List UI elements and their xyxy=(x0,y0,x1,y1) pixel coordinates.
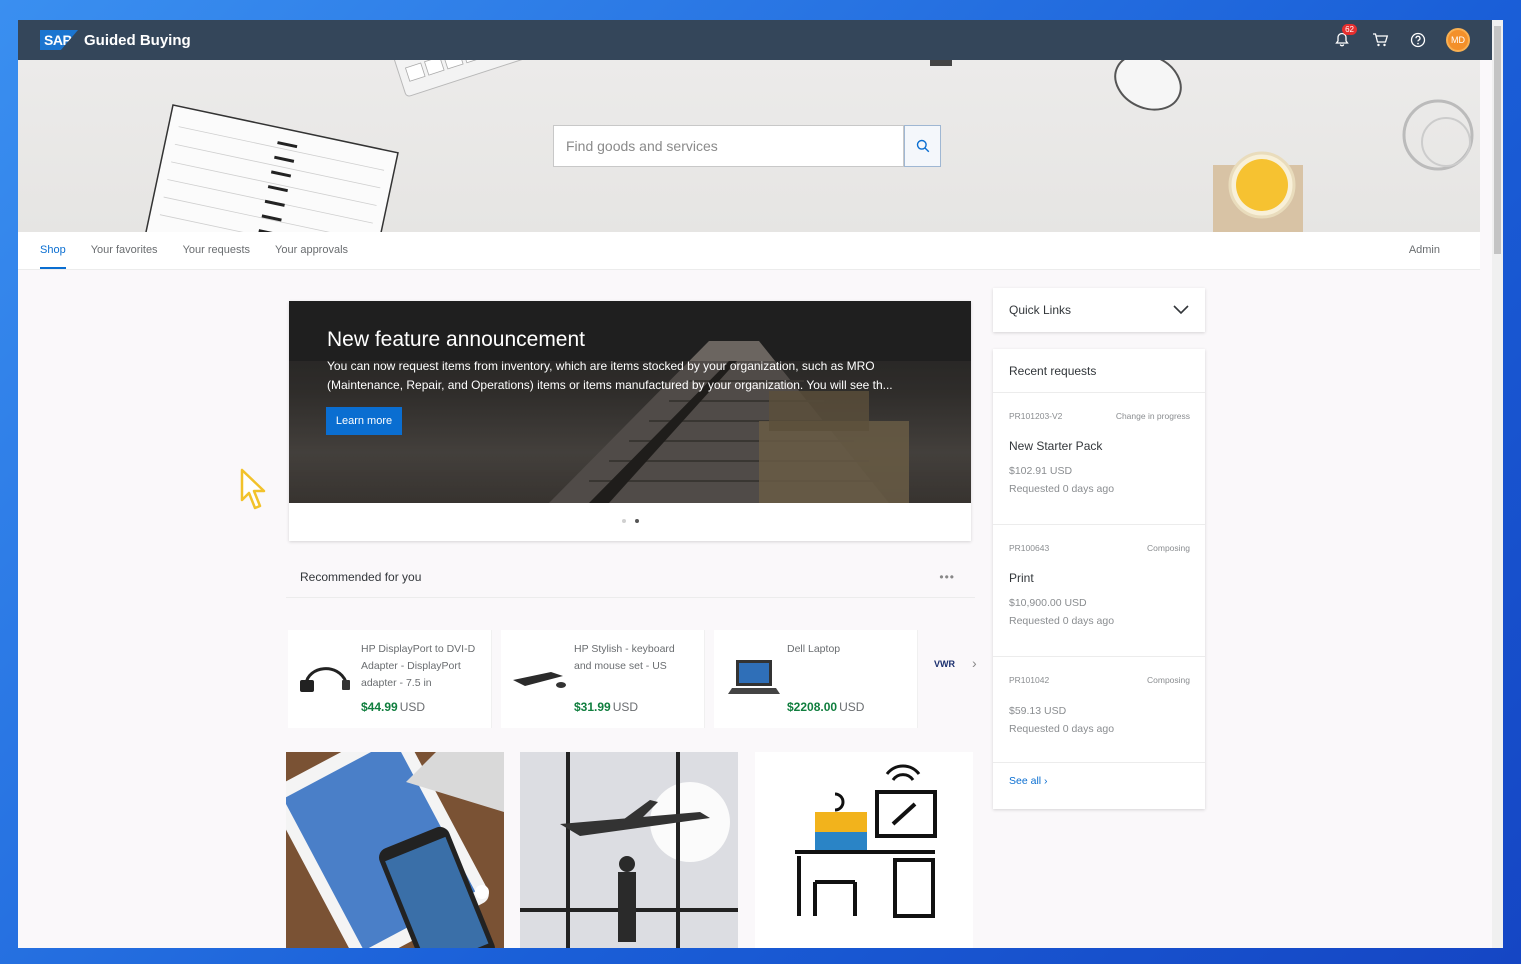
request-status: Composing xyxy=(1147,543,1190,553)
help-icon xyxy=(1410,32,1426,48)
request-id: PR101042 xyxy=(1009,675,1050,685)
chevron-right-icon: › xyxy=(1044,775,1048,787)
more-options-button[interactable]: ••• xyxy=(939,570,955,584)
request-amount: $102.91 USD xyxy=(1009,465,1073,477)
see-all-link[interactable]: See all › xyxy=(1009,775,1048,787)
notification-badge: 62 xyxy=(1342,24,1357,35)
admin-link[interactable]: Admin xyxy=(1409,232,1440,268)
scrollbar-thumb[interactable] xyxy=(1494,26,1501,254)
vwr-logo[interactable]: VWR xyxy=(934,659,955,669)
request-item[interactable]: PR101042 Composing $59.13 USD Requested … xyxy=(993,657,1205,763)
request-date: Requested 0 days ago xyxy=(1009,483,1115,495)
nav-tabs: Shop Your favorites Your requests Your a… xyxy=(18,232,1480,270)
browser-window: SAP Guided Buying 62 MD Find goods and s… xyxy=(18,20,1503,948)
user-avatar[interactable]: MD xyxy=(1446,28,1470,52)
announcement-text: You can now request items from inventory… xyxy=(327,359,893,392)
quick-links-dropdown[interactable]: Quick Links xyxy=(993,288,1205,332)
cart-button[interactable] xyxy=(1370,30,1390,50)
shell-bar: SAP Guided Buying 62 MD xyxy=(18,20,1492,60)
product-card[interactable]: HP Stylish - keyboard and mouse set - US… xyxy=(501,630,705,728)
announcement-title: New feature announcement xyxy=(327,328,585,351)
laptop-image xyxy=(728,660,780,694)
request-id: PR101203-V2 xyxy=(1009,411,1063,421)
request-amount: $59.13 USD xyxy=(1009,705,1067,717)
recent-requests-title: Recent requests xyxy=(993,349,1205,393)
tab-your-favorites[interactable]: Your favorites xyxy=(91,232,158,270)
price-amount: $2208.00 xyxy=(787,700,838,714)
see-all-label: See all xyxy=(1009,775,1042,787)
product-name: HP DisplayPort to DVI-D Adapter - Displa… xyxy=(361,643,476,689)
tab-your-requests[interactable]: Your requests xyxy=(183,232,250,270)
warehouse-image: New feature announcement You can now req… xyxy=(289,301,971,503)
request-item[interactable]: PR100643 Composing Print $10,900.00 USD … xyxy=(993,525,1205,657)
price-currency: USD xyxy=(612,700,639,714)
chevron-right-icon[interactable]: › xyxy=(972,655,977,671)
product-name: Dell Laptop xyxy=(787,643,841,655)
it-desk-icon xyxy=(795,764,937,918)
keyboard-mouse-image xyxy=(513,672,566,688)
announcement-carousel: New feature announcement You can now req… xyxy=(289,301,971,541)
mouse-cursor-icon xyxy=(240,468,266,510)
request-name: Print xyxy=(1009,571,1034,585)
hero-banner xyxy=(18,60,1480,232)
carousel-dot-active[interactable] xyxy=(635,519,639,523)
category-tile-travel[interactable] xyxy=(520,752,738,948)
request-status: Composing xyxy=(1147,675,1190,685)
request-id: PR100643 xyxy=(1009,543,1050,553)
product-card[interactable]: HP DisplayPort to DVI-D Adapter - Displa… xyxy=(288,630,492,728)
search-button[interactable] xyxy=(904,125,941,167)
carousel-pager xyxy=(622,519,639,523)
sap-logo[interactable]: SAP xyxy=(40,30,78,50)
tablet-phone-image xyxy=(286,752,504,948)
notifications-button[interactable]: 62 xyxy=(1332,24,1357,50)
app-title: Guided Buying xyxy=(84,31,191,49)
request-amount: $10,900.00 USD xyxy=(1009,597,1087,609)
category-tile-devices[interactable] xyxy=(286,752,504,948)
request-status: Change in progress xyxy=(1115,411,1190,421)
request-date: Requested 0 days ago xyxy=(1009,723,1115,735)
adapter-image xyxy=(300,667,350,692)
cart-icon xyxy=(1372,33,1388,47)
tab-your-approvals[interactable]: Your approvals xyxy=(275,232,348,270)
vertical-scrollbar[interactable] xyxy=(1492,20,1503,948)
recommended-title: Recommended for you xyxy=(300,570,422,584)
product-price: $2208.00 USD xyxy=(787,700,864,714)
search-icon xyxy=(916,139,929,153)
price-amount: $44.99 xyxy=(361,700,398,714)
price-currency: USD xyxy=(399,700,426,714)
airport-image xyxy=(520,752,738,948)
tab-shop[interactable]: Shop xyxy=(40,232,66,270)
product-name: HP Stylish - keyboard and mouse set - US xyxy=(574,643,675,672)
recommended-header: Recommended for you ••• xyxy=(286,558,975,598)
product-card[interactable]: Dell Laptop $2208.00 USD xyxy=(714,630,918,728)
help-button[interactable] xyxy=(1408,30,1428,50)
carousel-dot[interactable] xyxy=(622,519,626,523)
recent-requests-card: Recent requests PR101203-V2 Change in pr… xyxy=(993,349,1205,809)
request-name: New Starter Pack xyxy=(1009,439,1103,453)
search-input[interactable] xyxy=(553,125,904,167)
search-bar xyxy=(553,125,941,167)
category-tile-it-services[interactable] xyxy=(755,752,973,948)
request-item[interactable]: PR101203-V2 Change in progress New Start… xyxy=(993,393,1205,525)
price-currency: USD xyxy=(839,700,865,714)
quick-links-label: Quick Links xyxy=(1009,303,1072,317)
product-price: $31.99 USD xyxy=(574,700,638,714)
product-carousel: HP DisplayPort to DVI-D Adapter - Displa… xyxy=(286,630,986,730)
product-price: $44.99 USD xyxy=(361,700,425,714)
price-amount: $31.99 xyxy=(574,700,611,714)
learn-more-button[interactable]: Learn more xyxy=(326,407,402,435)
chevron-down-icon xyxy=(1173,305,1189,315)
shell-actions: 62 MD xyxy=(1332,24,1470,52)
request-date: Requested 0 days ago xyxy=(1009,615,1115,627)
